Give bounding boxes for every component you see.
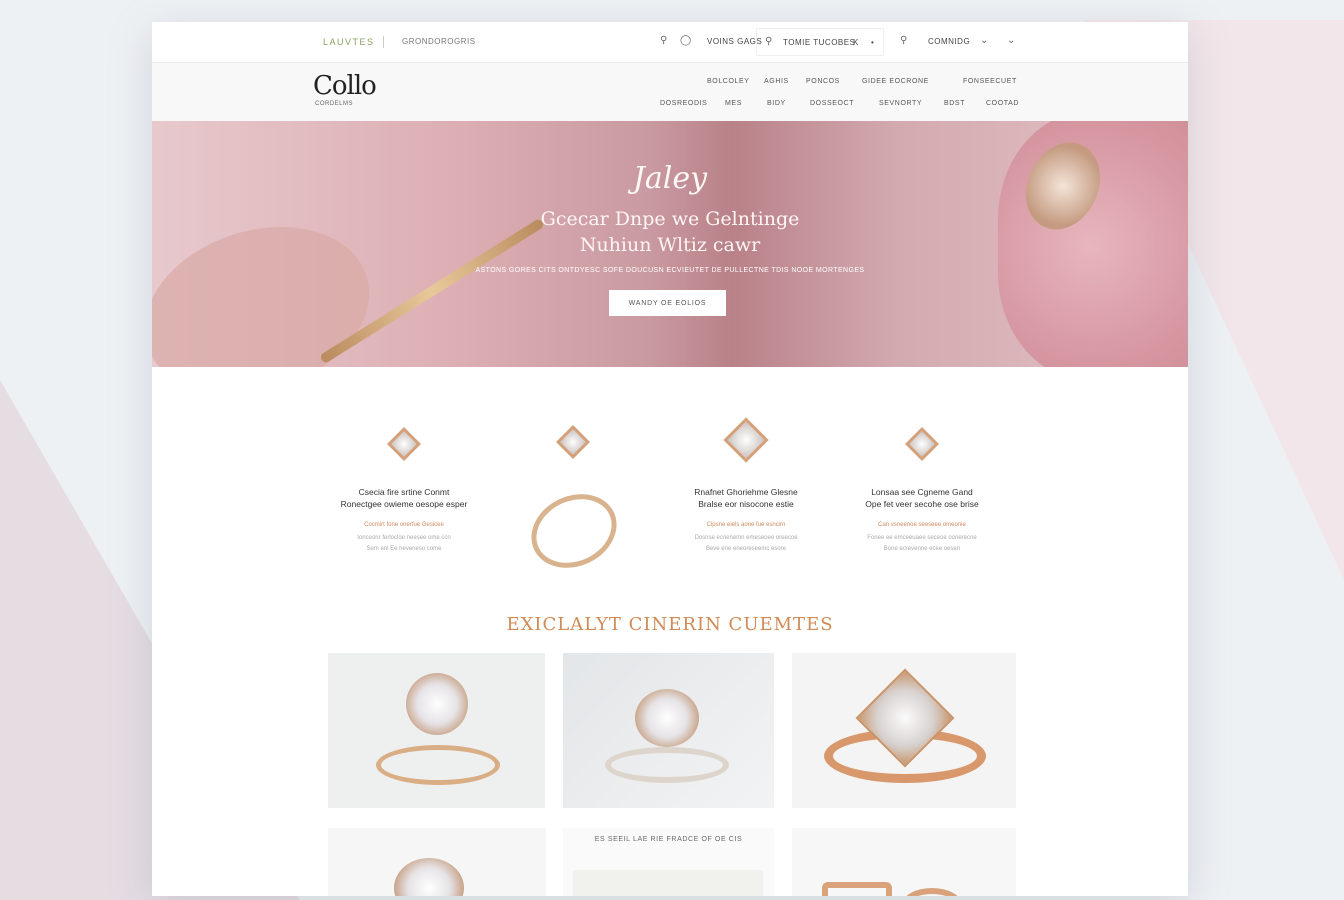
feature-item: Lonsaa see Cgneme Gand Ope fet veer seco… (842, 427, 1002, 555)
nav-item[interactable]: FONSEECUET (963, 78, 1017, 85)
user-icon[interactable]: ◯ (680, 35, 692, 46)
top-utility-bar: LAUVTES GRONDOROGRIS ⚲ ◯ VOINS GAGS ⚲ TO… (152, 22, 1188, 63)
nav-item[interactable]: SEVNORTY (879, 100, 922, 107)
nav-item[interactable]: DOSSEOCT (810, 100, 854, 107)
hero-script-title: Jaley (632, 161, 708, 196)
feature-description: Ionceonr ferlocloe neesee ome ccn (357, 535, 451, 541)
logo-subtitle: CORDELMS (315, 101, 354, 107)
ring-gem (635, 689, 699, 747)
hero-headline: Gcecar Dnpe we Gelntinge (540, 208, 800, 230)
stores-link[interactable]: VOINS GAGS (707, 37, 762, 46)
product-card[interactable]: ES SEEIL LAE RIE FRADCE OF OE CIS (563, 828, 774, 896)
nav-item[interactable]: MES (725, 100, 742, 107)
feature-description: Dosnse ecrienemn emeseoee oreecoe (694, 535, 798, 541)
product-card[interactable] (792, 653, 1016, 808)
ring-band (519, 480, 629, 582)
search-extra-label: K (853, 38, 859, 47)
chevron-down-icon[interactable]: ⌄ (980, 35, 989, 46)
account-link[interactable]: COMNIDG (928, 37, 970, 46)
logo[interactable]: Collo (313, 71, 377, 101)
feature-title: Rnafnet Ghoriehme Glesne (694, 487, 798, 497)
diamond-icon (387, 427, 421, 461)
ring-band (605, 747, 729, 783)
top-tagline: GRONDOROGRIS (402, 37, 476, 46)
feature-description-2: Sem enl Ee neveneso come (366, 546, 442, 552)
nav-item[interactable]: GIDEE EOCRONE (862, 78, 929, 85)
product-card[interactable] (328, 653, 545, 808)
feature-title-2: Bralse eor nisocone estie (698, 499, 794, 509)
feature-ring-diamond (556, 425, 590, 459)
main-navigation: Collo CORDELMS BOLCOLEY AGHIS PONCOS GID… (152, 63, 1188, 122)
product-card[interactable] (328, 828, 546, 896)
feature-title: Csecia fire srtine Conmt (358, 487, 450, 497)
shop-now-button[interactable]: WANDY OE EOLIOS (609, 290, 726, 316)
feature-title: Lonsaa see Cgneme Gand (871, 487, 973, 497)
ring-band (376, 745, 500, 785)
nav-item[interactable]: BOLCOLEY (707, 78, 750, 85)
search-box[interactable]: ⚲ TOMIE TUCOBES K • (756, 28, 884, 56)
hero-banner: Jaley Gcecar Dnpe we Gelntinge Nuhiun Wl… (152, 121, 1188, 367)
collection-section-title: EXICLALYT CINERIN CUEMTES (506, 614, 834, 635)
hero-headline-2: Nuhiun Wltiz cawr (579, 234, 761, 256)
search-icon[interactable]: ⚲ (765, 36, 773, 47)
search-dot: • (871, 38, 875, 47)
product-image-placeholder (573, 870, 763, 896)
feature-title-2: Ope fet veer secohe ose brise (865, 499, 979, 509)
nav-item[interactable]: BDST (944, 100, 965, 107)
nav-item[interactable]: AGHIS (764, 78, 789, 85)
browser-window: LAUVTES GRONDOROGRIS ⚲ ◯ VOINS GAGS ⚲ TO… (152, 22, 1188, 896)
hero-subtitle: ASTONS GORES CITS ONTDYESC SOFE DOUCUSN … (475, 267, 865, 274)
search-input[interactable]: TOMIE TUCOBES (783, 38, 855, 47)
product-card[interactable] (792, 828, 1016, 896)
nav-item[interactable]: BIDY (767, 100, 786, 107)
diamond-icon (556, 425, 590, 459)
feature-ring-image (519, 480, 629, 582)
search-icon[interactable]: ⚲ (900, 35, 908, 46)
feature-subtitle: Can vsneenoe seeseee omeonie (878, 522, 966, 528)
product-card-caption: ES SEEIL LAE RIE FRADCE OF OE CIS (594, 836, 743, 843)
nav-item[interactable]: DOSREODIS (660, 100, 707, 107)
feature-item: Rnafnet Ghoriehme Glesne Bralse eor niso… (666, 417, 826, 555)
feature-description-2: Bone ecrevenne ecee oesen (883, 546, 961, 552)
diamond-icon (723, 417, 769, 463)
divider (383, 36, 384, 48)
ring-gem (394, 858, 464, 896)
nav-item[interactable]: PONCOS (806, 78, 840, 85)
feature-title-2: Ronectgee owieme oesope esper (340, 499, 468, 509)
top-brand-label[interactable]: LAUVTES (323, 37, 375, 47)
ring-gem (406, 673, 468, 735)
feature-description-2: Beve ene eneoreseemc esore (705, 546, 787, 552)
product-card[interactable] (563, 653, 774, 808)
feature-subtitle: Cocmirt fone onerfue Gesicee (364, 522, 444, 528)
feature-description: Fonee ee emceeuaee seceoe oonerecne (867, 535, 977, 541)
feature-subtitle: Cipsne eiels aone fue esncirn (706, 522, 786, 528)
feature-item: Csecia fire srtine Conmt Ronectgee owiem… (324, 427, 484, 555)
search-icon[interactable]: ⚲ (660, 35, 668, 46)
nav-item[interactable]: COOTAD (986, 100, 1019, 107)
ring-band (822, 882, 892, 896)
chevron-down-icon[interactable]: ⌄ (1007, 35, 1016, 46)
ring-band (902, 888, 962, 896)
diamond-icon (905, 427, 939, 461)
